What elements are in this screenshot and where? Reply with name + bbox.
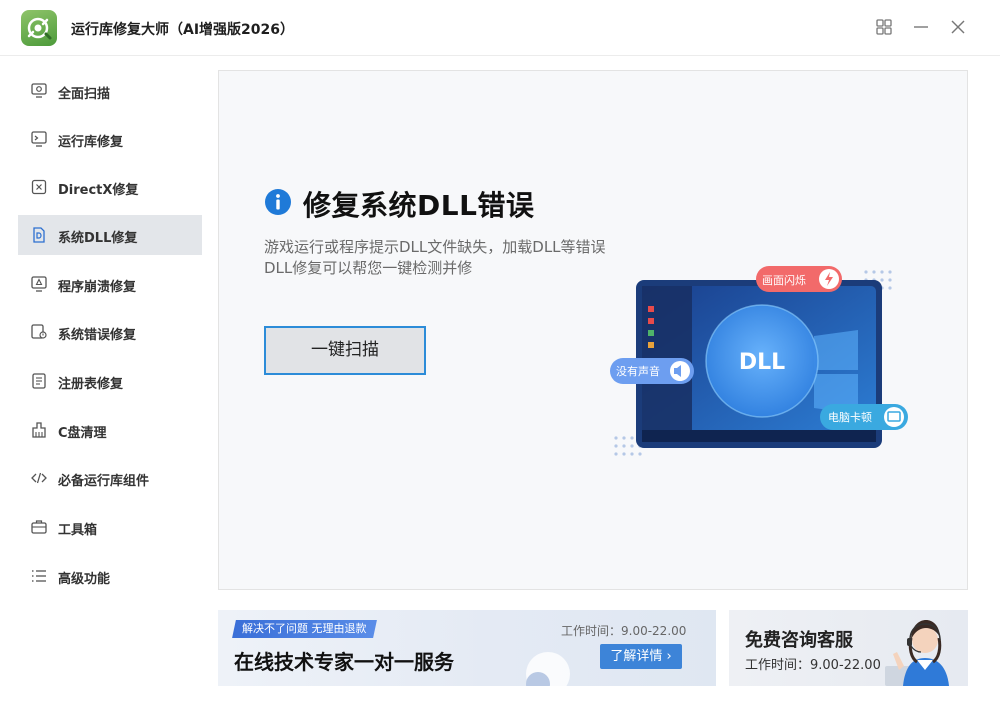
sidebar-item-label: 必备运行库组件 (58, 474, 150, 489)
sidebar-item-label: 运行库修复 (58, 135, 124, 150)
pill-flicker-label: 画面闪烁 (762, 273, 806, 287)
app-title: 运行库修复大师（AI增强版2026） (71, 22, 295, 38)
info-icon (264, 188, 292, 216)
sidebar-item-advanced[interactable]: 高级功能 (18, 556, 202, 596)
close-icon[interactable] (947, 16, 969, 38)
sidebar-item-label: 工具箱 (58, 523, 98, 538)
dll-file-icon (30, 226, 48, 244)
illustration-dll-label: DLL (739, 350, 785, 375)
disk-clean-icon (30, 421, 48, 439)
description-line-1: 游戏运行或程序提示DLL文件缺失，加载DLL等错误 (264, 238, 606, 256)
sidebar: 全面扫描 运行库修复 DirectX修复 系统DLL修复 程序崩溃修复 系统错误… (0, 56, 210, 703)
support-agent-avatar (879, 610, 968, 686)
sidebar-item-full-scan[interactable]: 全面扫描 (18, 71, 202, 111)
sidebar-item-label: 系统错误修复 (58, 328, 137, 343)
monitor-scan-icon (30, 82, 48, 100)
sidebar-item-runtime-repair[interactable]: 运行库修复 (18, 119, 202, 159)
sidebar-item-label: 全面扫描 (58, 87, 111, 102)
sidebar-item-crash-repair[interactable]: 程序崩溃修复 (18, 264, 202, 304)
decorative-shape (518, 638, 578, 686)
pill-no-sound-label: 没有声音 (616, 364, 660, 378)
one-click-scan-button[interactable]: 一键扫描 (264, 326, 426, 375)
sidebar-item-label: 注册表修复 (58, 377, 124, 392)
sidebar-item-registry-repair[interactable]: 注册表修复 (18, 361, 202, 401)
sidebar-item-c-drive-clean[interactable]: C盘清理 (18, 410, 202, 450)
free-consult-title: 免费咨询客服 (745, 630, 853, 651)
sidebar-item-label: 高级功能 (58, 572, 111, 587)
sidebar-item-label: C盘清理 (58, 426, 107, 441)
crash-monitor-icon (30, 275, 48, 293)
sidebar-item-label: 程序崩溃修复 (58, 280, 137, 295)
main-panel: 修复系统DLL错误 游戏运行或程序提示DLL文件缺失，加载DLL等错误 DLL修… (218, 70, 968, 590)
app-logo (21, 10, 57, 46)
description-line-2: DLL修复可以帮您一键检测并修 (264, 259, 473, 277)
sidebar-item-system-error-repair[interactable]: 系统错误修复 (18, 312, 202, 352)
sidebar-item-directx-repair[interactable]: DirectX修复 (18, 167, 202, 207)
learn-more-button[interactable]: 了解详情 › (600, 644, 682, 669)
terminal-icon (30, 130, 48, 148)
pill-lag-label: 电脑卡顿 (828, 410, 872, 424)
sidebar-item-label: 系统DLL修复 (58, 231, 138, 246)
x-box-icon (30, 178, 48, 196)
minimize-icon[interactable] (910, 16, 932, 38)
list-icon (30, 567, 48, 585)
refund-tag: 解决不了问题 无理由退款 (232, 620, 377, 638)
expert-service-headline: 在线技术专家一对一服务 (234, 650, 454, 674)
customer-service-banner[interactable]: 免费咨询客服 工作时间：9.00-22.00 (729, 610, 968, 686)
sidebar-item-essential-runtime[interactable]: 必备运行库组件 (18, 458, 202, 498)
grid-icon[interactable] (873, 16, 895, 38)
dll-illustration: DLL 画面闪烁 没有声音 电脑卡顿 (604, 266, 924, 466)
registry-doc-icon (30, 372, 48, 390)
sidebar-item-label: DirectX修复 (58, 183, 139, 198)
sidebar-item-toolbox[interactable]: 工具箱 (18, 507, 202, 547)
system-error-icon (30, 323, 48, 341)
code-icon (30, 469, 48, 487)
page-title: 修复系统DLL错误 (303, 189, 535, 222)
sidebar-item-dll-repair[interactable]: 系统DLL修复 (18, 215, 202, 255)
expert-service-banner[interactable]: 解决不了问题 无理由退款 在线技术专家一对一服务 工作时间：9.00-22.00… (218, 610, 716, 686)
service-hours: 工作时间：9.00-22.00 (745, 658, 881, 673)
title-bar: 运行库修复大师（AI增强版2026） (0, 0, 1000, 56)
work-hours: 工作时间：9.00-22.00 (561, 624, 687, 638)
toolbox-icon (30, 518, 48, 536)
